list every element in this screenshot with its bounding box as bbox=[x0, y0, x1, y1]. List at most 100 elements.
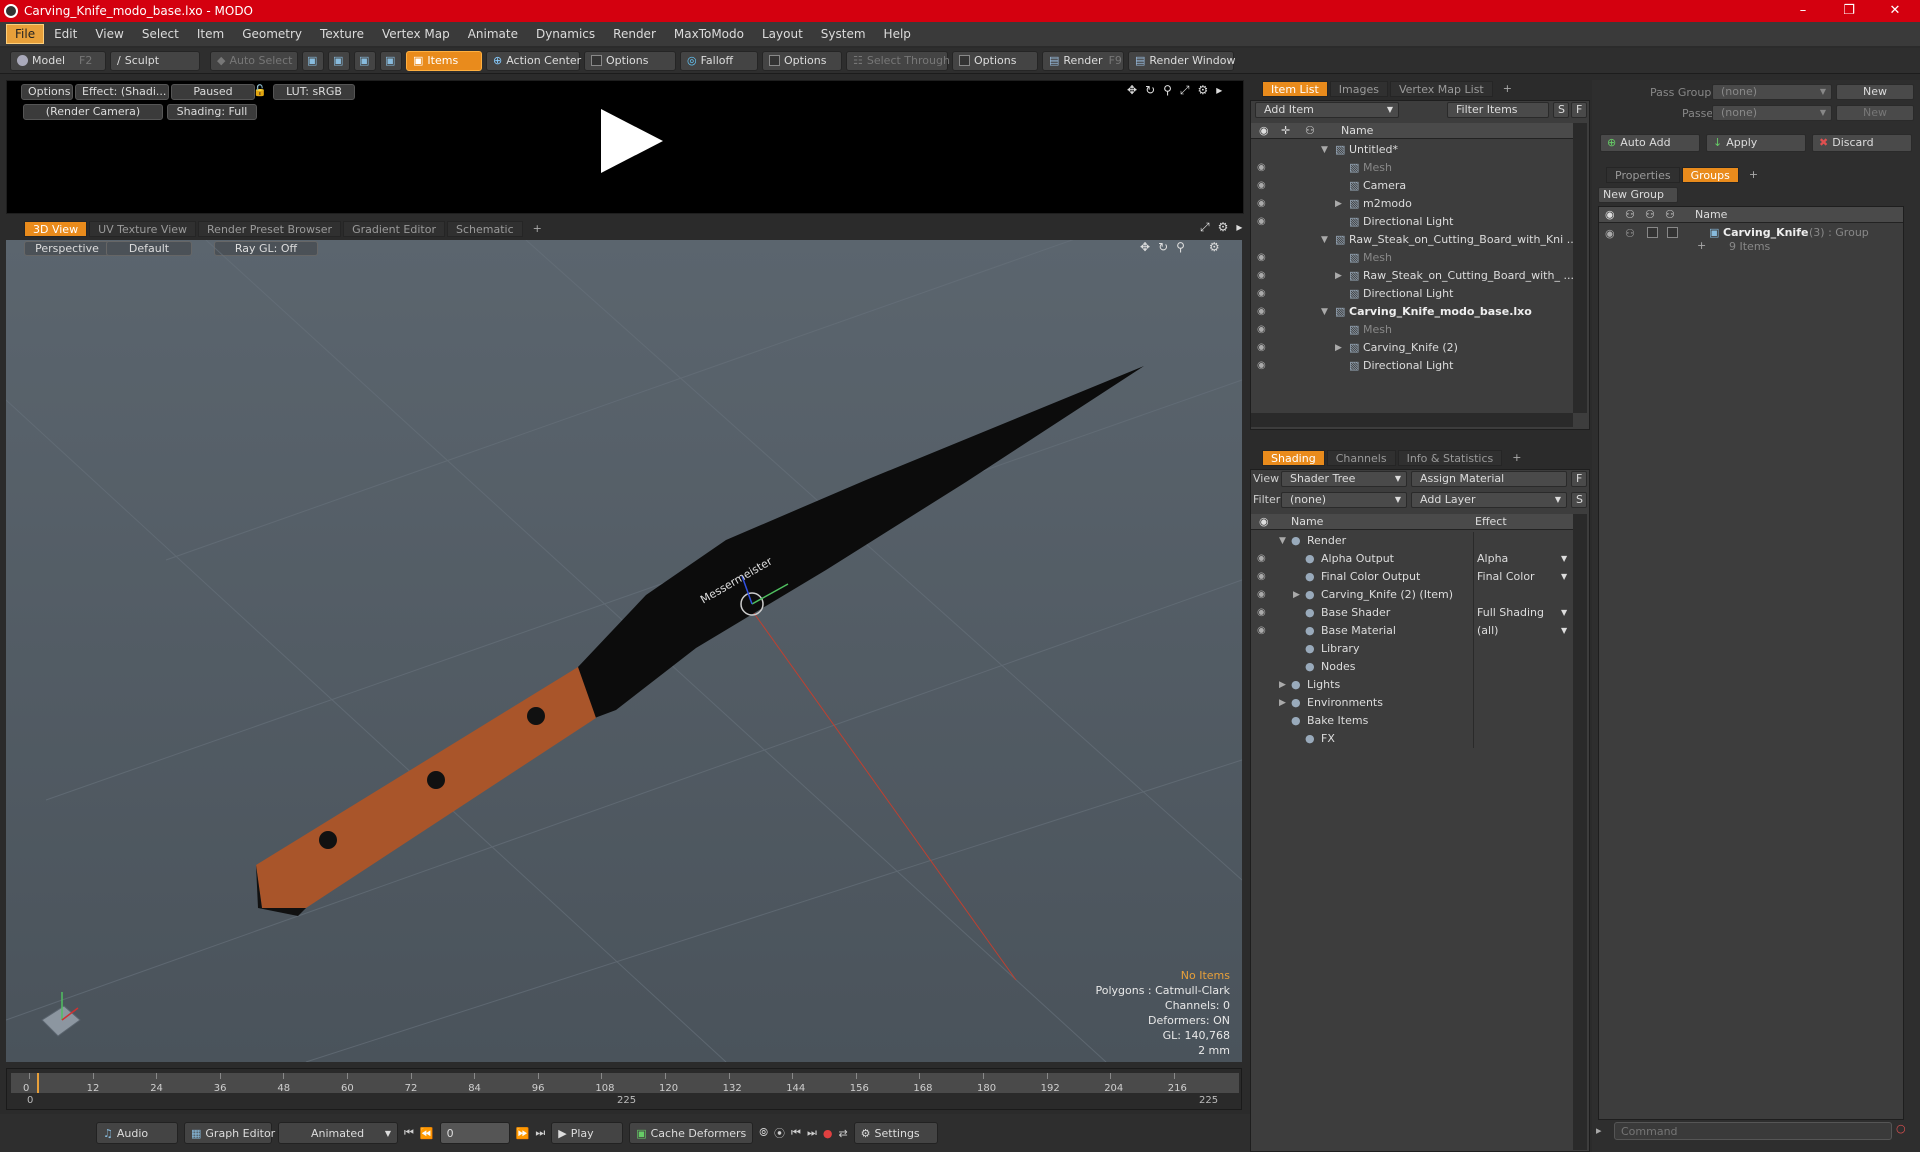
polygons-mode-button[interactable]: ▣ bbox=[354, 50, 376, 71]
item-row[interactable]: ◉ Directional Light ▧ bbox=[1251, 213, 1573, 231]
item-row[interactable]: ◉ Mesh ▧ bbox=[1251, 321, 1573, 339]
3d-viewport[interactable]: Perspective Default Ray GL: Off ✥ ↻ ⚲ ⚙ bbox=[6, 240, 1242, 1062]
f-button[interactable]: F bbox=[1571, 102, 1587, 118]
shader-row[interactable]: ◉ ● Final Color Output Final Color ▼ bbox=[1251, 568, 1573, 586]
shader-row[interactable]: ◉ ▶ ● Carving_Knife (2) (Item) bbox=[1251, 586, 1573, 604]
expand-icon[interactable]: + bbox=[1697, 239, 1706, 252]
tab-groups[interactable]: Groups bbox=[1681, 167, 1739, 183]
menu-file[interactable]: File bbox=[6, 24, 45, 44]
expand-icon[interactable]: ▶ bbox=[1335, 195, 1342, 213]
tab-channels[interactable]: Channels bbox=[1326, 450, 1396, 466]
preview-effect-dropdown[interactable]: Effect: (Shadi... bbox=[75, 84, 169, 100]
menu-render[interactable]: Render bbox=[605, 25, 664, 43]
menu-help[interactable]: Help bbox=[876, 25, 919, 43]
new-group-button[interactable]: New Group bbox=[1598, 187, 1678, 203]
eye-icon[interactable]: ◉ bbox=[1257, 267, 1266, 285]
pass-groups-dropdown[interactable]: (none) ▼ bbox=[1712, 84, 1832, 100]
s-button[interactable]: S bbox=[1553, 102, 1569, 118]
auto-add-button[interactable]: ⊕ Auto Add bbox=[1600, 134, 1700, 152]
graph-editor-button[interactable]: ▦ Graph Editor bbox=[184, 1122, 275, 1144]
add-tab-button[interactable]: + bbox=[1495, 81, 1520, 97]
settings-button[interactable]: ⚙ Settings bbox=[853, 1122, 938, 1144]
menu-view[interactable]: View bbox=[87, 25, 131, 43]
eye-icon[interactable]: ◉ bbox=[1257, 249, 1266, 267]
tab-uv-texture-view[interactable]: UV Texture View bbox=[89, 221, 197, 237]
item-row[interactable]: ▼ Untitled* ▧ bbox=[1251, 141, 1573, 159]
eye-icon[interactable]: ◉ bbox=[1257, 357, 1266, 375]
eye-icon[interactable]: ◉ bbox=[1257, 586, 1266, 604]
tab-gradient-editor[interactable]: Gradient Editor bbox=[343, 221, 445, 237]
eye-icon[interactable]: ◉ bbox=[1257, 321, 1266, 339]
discard-button[interactable]: ✖ Discard bbox=[1812, 134, 1912, 152]
shader-row[interactable]: ● Library bbox=[1251, 640, 1573, 658]
item-row[interactable]: ◉ Mesh ▧ bbox=[1251, 249, 1573, 267]
tab-properties[interactable]: Properties bbox=[1606, 167, 1680, 183]
shading-dropdown[interactable]: Shading: Full bbox=[167, 104, 257, 120]
item-row[interactable]: ◉ ▶ Carving_Knife (2) ▧ bbox=[1251, 339, 1573, 357]
play-button[interactable]: ▶ Play bbox=[551, 1122, 624, 1144]
render-button[interactable]: ▤ Render F9 bbox=[1042, 50, 1124, 71]
skip-end-icon[interactable]: ⏭ bbox=[535, 1126, 545, 1140]
apply-button[interactable]: ↓ Apply bbox=[1706, 134, 1806, 152]
loop-icon[interactable]: ⇄ bbox=[838, 1127, 847, 1140]
item-row[interactable]: ◉ ▼ Carving_Knife_modo_base.lxo ▧ bbox=[1251, 303, 1573, 321]
falloff-options-button[interactable]: Options bbox=[762, 50, 842, 71]
record-icon[interactable]: ● bbox=[823, 1127, 833, 1140]
shader-row[interactable]: ● Nodes bbox=[1251, 658, 1573, 676]
prev-key-icon[interactable]: ⏮ bbox=[791, 1126, 801, 1140]
eye-icon[interactable]: ◉ bbox=[1257, 303, 1266, 321]
vertices-mode-button[interactable]: ▣ bbox=[302, 50, 324, 71]
timeline[interactable]: 0 12 24 36 48 60 72 84 96 108 120 132 144 156 168 180 19… bbox=[6, 1068, 1242, 1110]
eye-icon[interactable]: ◉ bbox=[1257, 604, 1266, 622]
tab-3d-view[interactable]: 3D View bbox=[24, 221, 88, 237]
tab-item-list[interactable]: Item List bbox=[1262, 81, 1328, 97]
expand-icon[interactable]: ▶ bbox=[1279, 694, 1286, 712]
model-mode-button[interactable]: Model F2 bbox=[10, 50, 106, 71]
lock-icon[interactable]: 🔓 bbox=[253, 84, 267, 97]
move-icon[interactable]: ✥ bbox=[1127, 83, 1137, 98]
add-tab-button[interactable]: + bbox=[525, 221, 550, 237]
eye-icon[interactable]: ◉ bbox=[1257, 159, 1266, 177]
menu-maxtomodo[interactable]: MaxToModo bbox=[666, 25, 752, 43]
add-layer-dropdown[interactable]: Add Layer ▼ bbox=[1411, 492, 1567, 508]
render-camera-dropdown[interactable]: (Render Camera) bbox=[23, 104, 163, 120]
current-frame-field[interactable]: 0 bbox=[439, 1122, 510, 1144]
auto-select-button[interactable]: ◆ Auto Select bbox=[210, 50, 298, 71]
item-row[interactable]: ◉ Directional Light ▧ bbox=[1251, 357, 1573, 375]
stop-icon[interactable]: ○ bbox=[1896, 1122, 1906, 1135]
arrow-right-icon[interactable]: ▸ bbox=[1236, 220, 1242, 235]
menu-select[interactable]: Select bbox=[134, 25, 187, 43]
select-checkbox[interactable] bbox=[1667, 227, 1678, 238]
assign-material-button[interactable]: Assign Material bbox=[1411, 471, 1567, 487]
close-button[interactable]: ✕ bbox=[1872, 0, 1918, 22]
tab-schematic[interactable]: Schematic bbox=[447, 221, 523, 237]
render-toggle-icon[interactable]: ⚇ bbox=[1625, 227, 1635, 240]
effect-dropdown[interactable]: Full Shading bbox=[1477, 604, 1544, 622]
arrow-right-icon[interactable]: ▸ bbox=[1216, 83, 1222, 98]
shader-row[interactable]: ● FX bbox=[1251, 730, 1573, 748]
gear-icon[interactable]: ⚙ bbox=[1198, 83, 1209, 98]
item-row[interactable]: ◉ Mesh ▧ bbox=[1251, 159, 1573, 177]
falloff-button[interactable]: ◎ Falloff bbox=[680, 50, 758, 71]
tab-images[interactable]: Images bbox=[1329, 81, 1388, 97]
menu-edit[interactable]: Edit bbox=[46, 25, 85, 43]
lock-checkbox[interactable] bbox=[1647, 227, 1658, 238]
select-through-button[interactable]: ☷ Select Through bbox=[846, 50, 950, 71]
sculpt-button[interactable]: ∕ Sculpt bbox=[110, 50, 200, 71]
menu-system[interactable]: System bbox=[813, 25, 874, 43]
zoom-icon[interactable]: ⚲ bbox=[1163, 83, 1172, 98]
preview-options-button[interactable]: Options bbox=[21, 84, 73, 100]
effect-dropdown[interactable]: (all) bbox=[1477, 622, 1498, 640]
animated-dropdown[interactable]: Animated ▼ bbox=[278, 1122, 398, 1144]
expand-icon[interactable]: ▶ bbox=[1279, 676, 1286, 694]
expand-icon[interactable]: ▶ bbox=[1335, 267, 1342, 285]
add-tab-button[interactable]: + bbox=[1504, 450, 1529, 466]
shader-row[interactable]: ▼ ● Render bbox=[1251, 532, 1573, 550]
key-all-icon[interactable]: ⦿ bbox=[774, 1125, 785, 1141]
item-list-hscrollbar[interactable] bbox=[1251, 413, 1573, 427]
shading-scrollbar[interactable] bbox=[1573, 514, 1587, 1150]
s-button[interactable]: S bbox=[1571, 492, 1587, 508]
maximize-icon[interactable]: ⤢ bbox=[1200, 220, 1210, 235]
menu-texture[interactable]: Texture bbox=[312, 25, 372, 43]
item-row[interactable]: ◉ ▶ Raw_Steak_on_Cutting_Board_with_ ... ▧ bbox=[1251, 267, 1574, 285]
